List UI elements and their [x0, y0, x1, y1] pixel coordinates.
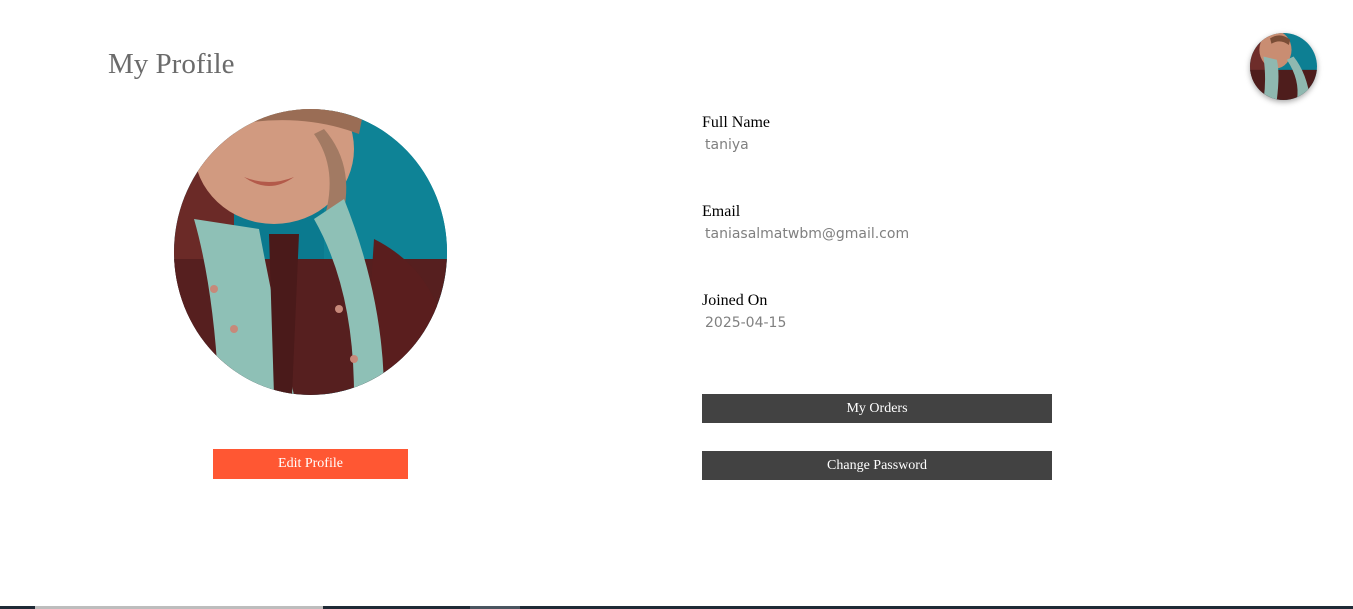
email-value: taniasalmatwbm@gmail.com	[705, 226, 910, 242]
header-avatar-icon[interactable]	[1250, 33, 1317, 100]
header-avatar-image	[1250, 33, 1317, 100]
my-orders-button[interactable]: My Orders	[702, 394, 1052, 423]
joined-on-value: 2025-04-15	[705, 315, 787, 331]
joined-on-field: Joined On 2025-04-15	[702, 291, 786, 332]
email-label: Email	[702, 203, 741, 220]
full-name-label: Full Name	[702, 114, 770, 131]
edit-profile-button[interactable]: Edit Profile	[213, 449, 408, 479]
profile-photo-image	[174, 109, 447, 395]
email-field: Email taniasalmatwbm@gmail.com	[702, 202, 909, 243]
full-name-field: Full Name taniya	[702, 113, 770, 154]
joined-on-label: Joined On	[702, 292, 768, 309]
change-password-button[interactable]: Change Password	[702, 451, 1052, 480]
page-title: My Profile	[108, 48, 235, 80]
profile-photo	[174, 109, 447, 395]
full-name-value: taniya	[705, 137, 749, 153]
